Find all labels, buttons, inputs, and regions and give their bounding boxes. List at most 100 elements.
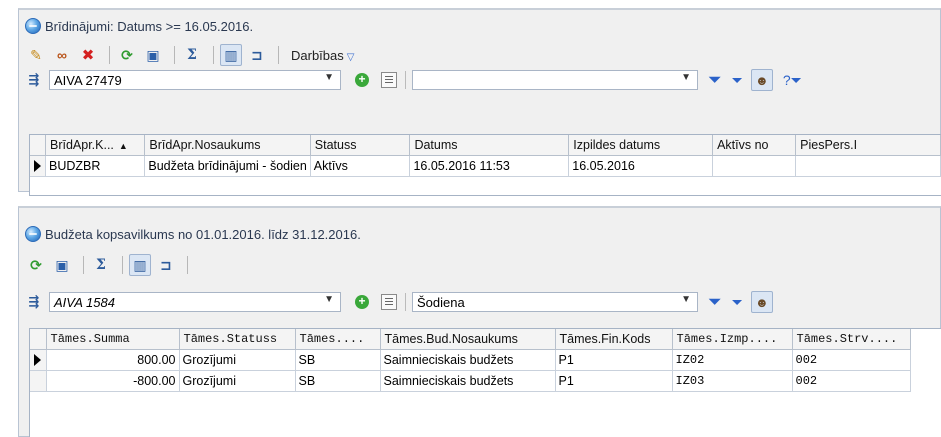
budget-header-row: Tāmes.Summa Tāmes.Statuss Tāmes.... Tāme… bbox=[30, 329, 911, 350]
globe-icon bbox=[25, 18, 41, 34]
column-header[interactable]: Datums bbox=[409, 135, 570, 156]
column-header[interactable]: Statuss bbox=[310, 135, 411, 156]
toolbar-separator bbox=[174, 46, 175, 64]
table-cell[interactable]: 16.05.2016 bbox=[568, 155, 714, 177]
column-header[interactable]: BrīdApr.K... ▲ bbox=[45, 135, 146, 156]
table-cell[interactable]: -800.00 bbox=[46, 370, 180, 392]
funnel-clear-icon[interactable]: ⏷ bbox=[732, 72, 743, 89]
column-header[interactable]: Tāmes.... bbox=[295, 329, 381, 350]
column-header[interactable]: Tāmes.Statuss bbox=[179, 329, 296, 350]
toolbar-separator bbox=[278, 46, 279, 64]
person-icon[interactable]: ☻ bbox=[750, 291, 773, 313]
current-row-indicator bbox=[30, 349, 47, 371]
globe-icon bbox=[25, 226, 41, 242]
table-cell[interactable]: Saimnieciskais budžets bbox=[380, 370, 556, 392]
print-icon[interactable]: ▣ bbox=[51, 254, 73, 276]
sigma-icon[interactable]: Σ bbox=[181, 44, 203, 66]
row-indicator bbox=[30, 370, 47, 392]
pencil-icon[interactable]: ✎ bbox=[25, 44, 47, 66]
columns-icon[interactable]: ▥ bbox=[129, 254, 151, 276]
column-header[interactable]: Aktīvs no bbox=[712, 135, 797, 156]
list-icon[interactable] bbox=[381, 72, 397, 88]
table-row[interactable]: BUDZBR Budžeta brīdinājumi - šodien Aktī… bbox=[30, 155, 941, 177]
table-row[interactable]: 800.00 Grozījumi SB Saimnieciskais budže… bbox=[30, 349, 911, 371]
budget-user-combo[interactable]: AIVA 1584 ▼ bbox=[49, 292, 341, 312]
table-cell[interactable]: SB bbox=[295, 370, 381, 392]
funnel-icon[interactable]: ⏷ bbox=[708, 292, 722, 312]
table-cell[interactable]: IZ03 bbox=[672, 370, 793, 392]
table-cell[interactable]: Aktīvs bbox=[310, 155, 411, 177]
table-cell[interactable]: Budžeta brīdinājumi - šodien bbox=[144, 155, 311, 177]
alerts-title-bar: Brīdinājumi: Datums >= 16.05.2016. bbox=[19, 12, 940, 40]
glasses-icon[interactable]: ∞ bbox=[51, 44, 73, 66]
tree-icon[interactable]: ⊐ bbox=[155, 254, 177, 276]
funnel-clear-icon[interactable]: ⏷ bbox=[732, 294, 743, 311]
delete-x-icon[interactable]: ✖ bbox=[77, 44, 99, 66]
column-header[interactable]: Tāmes.Summa bbox=[46, 329, 180, 350]
table-row[interactable]: -800.00 Grozījumi SB Saimnieciskais budž… bbox=[30, 370, 911, 392]
table-cell[interactable]: BUDZBR bbox=[45, 155, 146, 177]
alerts-filter-row: ⇶ AIVA 27479 ▼ + ▼ ⏷ ⏷ ☻ ?⏷ bbox=[19, 68, 940, 92]
table-cell[interactable] bbox=[795, 155, 941, 177]
table-cell[interactable]: 16.05.2016 11:53 bbox=[409, 155, 570, 177]
refresh-icon[interactable]: ⟳ bbox=[116, 44, 138, 66]
chevron-down-icon[interactable]: ▼ bbox=[681, 294, 691, 305]
table-cell[interactable]: 800.00 bbox=[46, 349, 180, 371]
tree-icon[interactable]: ⊐ bbox=[246, 44, 268, 66]
alerts-panel: Brīdinājumi: Datums >= 16.05.2016. ✎ ∞ ✖… bbox=[18, 8, 941, 196]
column-header-label: BrīdApr.K... bbox=[49, 137, 114, 152]
table-cell[interactable]: IZ02 bbox=[672, 349, 793, 371]
filter-apply-icon[interactable]: ⇶ bbox=[25, 71, 43, 89]
column-header[interactable]: Izpildes datums bbox=[568, 135, 714, 156]
table-cell[interactable]: P1 bbox=[555, 349, 673, 371]
budget-filter-row: ⇶ AIVA 1584 ▼ + Šodiena ▼ ⏷ ⏷ ☻ bbox=[19, 290, 940, 314]
column-header[interactable]: PiesPers.I bbox=[795, 135, 941, 156]
row-pointer-icon bbox=[34, 354, 41, 367]
column-header[interactable]: Tāmes.Strv.... bbox=[792, 329, 911, 350]
refresh-icon[interactable]: ⟳ bbox=[25, 254, 47, 276]
table-cell[interactable]: P1 bbox=[555, 370, 673, 392]
budget-title-bar: Budžeta kopsavilkums no 01.01.2016. līdz… bbox=[19, 220, 940, 248]
table-cell[interactable]: 002 bbox=[792, 370, 911, 392]
alerts-table: BrīdApr.K... ▲ BrīdApr.Nosaukums Statuss … bbox=[30, 135, 941, 177]
toolbar-separator bbox=[187, 256, 188, 274]
print-icon[interactable]: ▣ bbox=[142, 44, 164, 66]
column-header[interactable]: Tāmes.Bud.Nosaukums bbox=[380, 329, 556, 350]
chevron-down-icon[interactable]: ▼ bbox=[681, 72, 691, 83]
column-header[interactable]: BrīdApr.Nosaukums bbox=[144, 135, 311, 156]
funnel-help-icon[interactable]: ?⏷ bbox=[783, 72, 802, 89]
alerts-user-combo-value: AIVA 27479 bbox=[54, 72, 122, 88]
alerts-user-combo[interactable]: AIVA 27479 ▼ bbox=[49, 70, 341, 90]
row-pointer-icon bbox=[34, 160, 41, 173]
filter-separator bbox=[405, 293, 406, 311]
budget-period-combo[interactable]: Šodiena ▼ bbox=[412, 292, 698, 312]
list-icon[interactable] bbox=[381, 294, 397, 310]
budget-toolbar: ⟳ ▣ Σ ▥ ⊐ bbox=[19, 252, 940, 278]
columns-icon[interactable]: ▥ bbox=[220, 44, 242, 66]
table-cell[interactable] bbox=[712, 155, 797, 177]
actions-menu[interactable]: Darbības ▽ bbox=[291, 48, 354, 63]
person-icon[interactable]: ☻ bbox=[750, 69, 773, 91]
chevron-down-icon[interactable]: ▼ bbox=[324, 294, 334, 305]
filter-apply-icon[interactable]: ⇶ bbox=[25, 293, 43, 311]
chevron-down-icon: ▽ bbox=[346, 51, 355, 63]
toolbar-separator bbox=[83, 256, 84, 274]
table-cell[interactable]: Grozījumi bbox=[179, 370, 296, 392]
add-icon[interactable]: + bbox=[355, 295, 369, 309]
column-header[interactable]: Tāmes.Fin.Kods bbox=[555, 329, 673, 350]
toolbar-separator bbox=[213, 46, 214, 64]
toolbar-separator bbox=[109, 46, 110, 64]
budget-table: Tāmes.Summa Tāmes.Statuss Tāmes.... Tāme… bbox=[30, 329, 911, 392]
sigma-icon[interactable]: Σ bbox=[90, 254, 112, 276]
funnel-icon[interactable]: ⏷ bbox=[708, 70, 722, 90]
table-cell[interactable]: SB bbox=[295, 349, 381, 371]
alerts-filter-combo[interactable]: ▼ bbox=[412, 70, 698, 90]
budget-grid: Tāmes.Summa Tāmes.Statuss Tāmes.... Tāme… bbox=[29, 328, 941, 437]
chevron-down-icon[interactable]: ▼ bbox=[324, 72, 334, 83]
table-cell[interactable]: 002 bbox=[792, 349, 911, 371]
toolbar-separator bbox=[122, 256, 123, 274]
add-icon[interactable]: + bbox=[355, 73, 369, 87]
table-cell[interactable]: Saimnieciskais budžets bbox=[380, 349, 556, 371]
table-cell[interactable]: Grozījumi bbox=[179, 349, 296, 371]
column-header[interactable]: Tāmes.Izmp.... bbox=[672, 329, 793, 350]
